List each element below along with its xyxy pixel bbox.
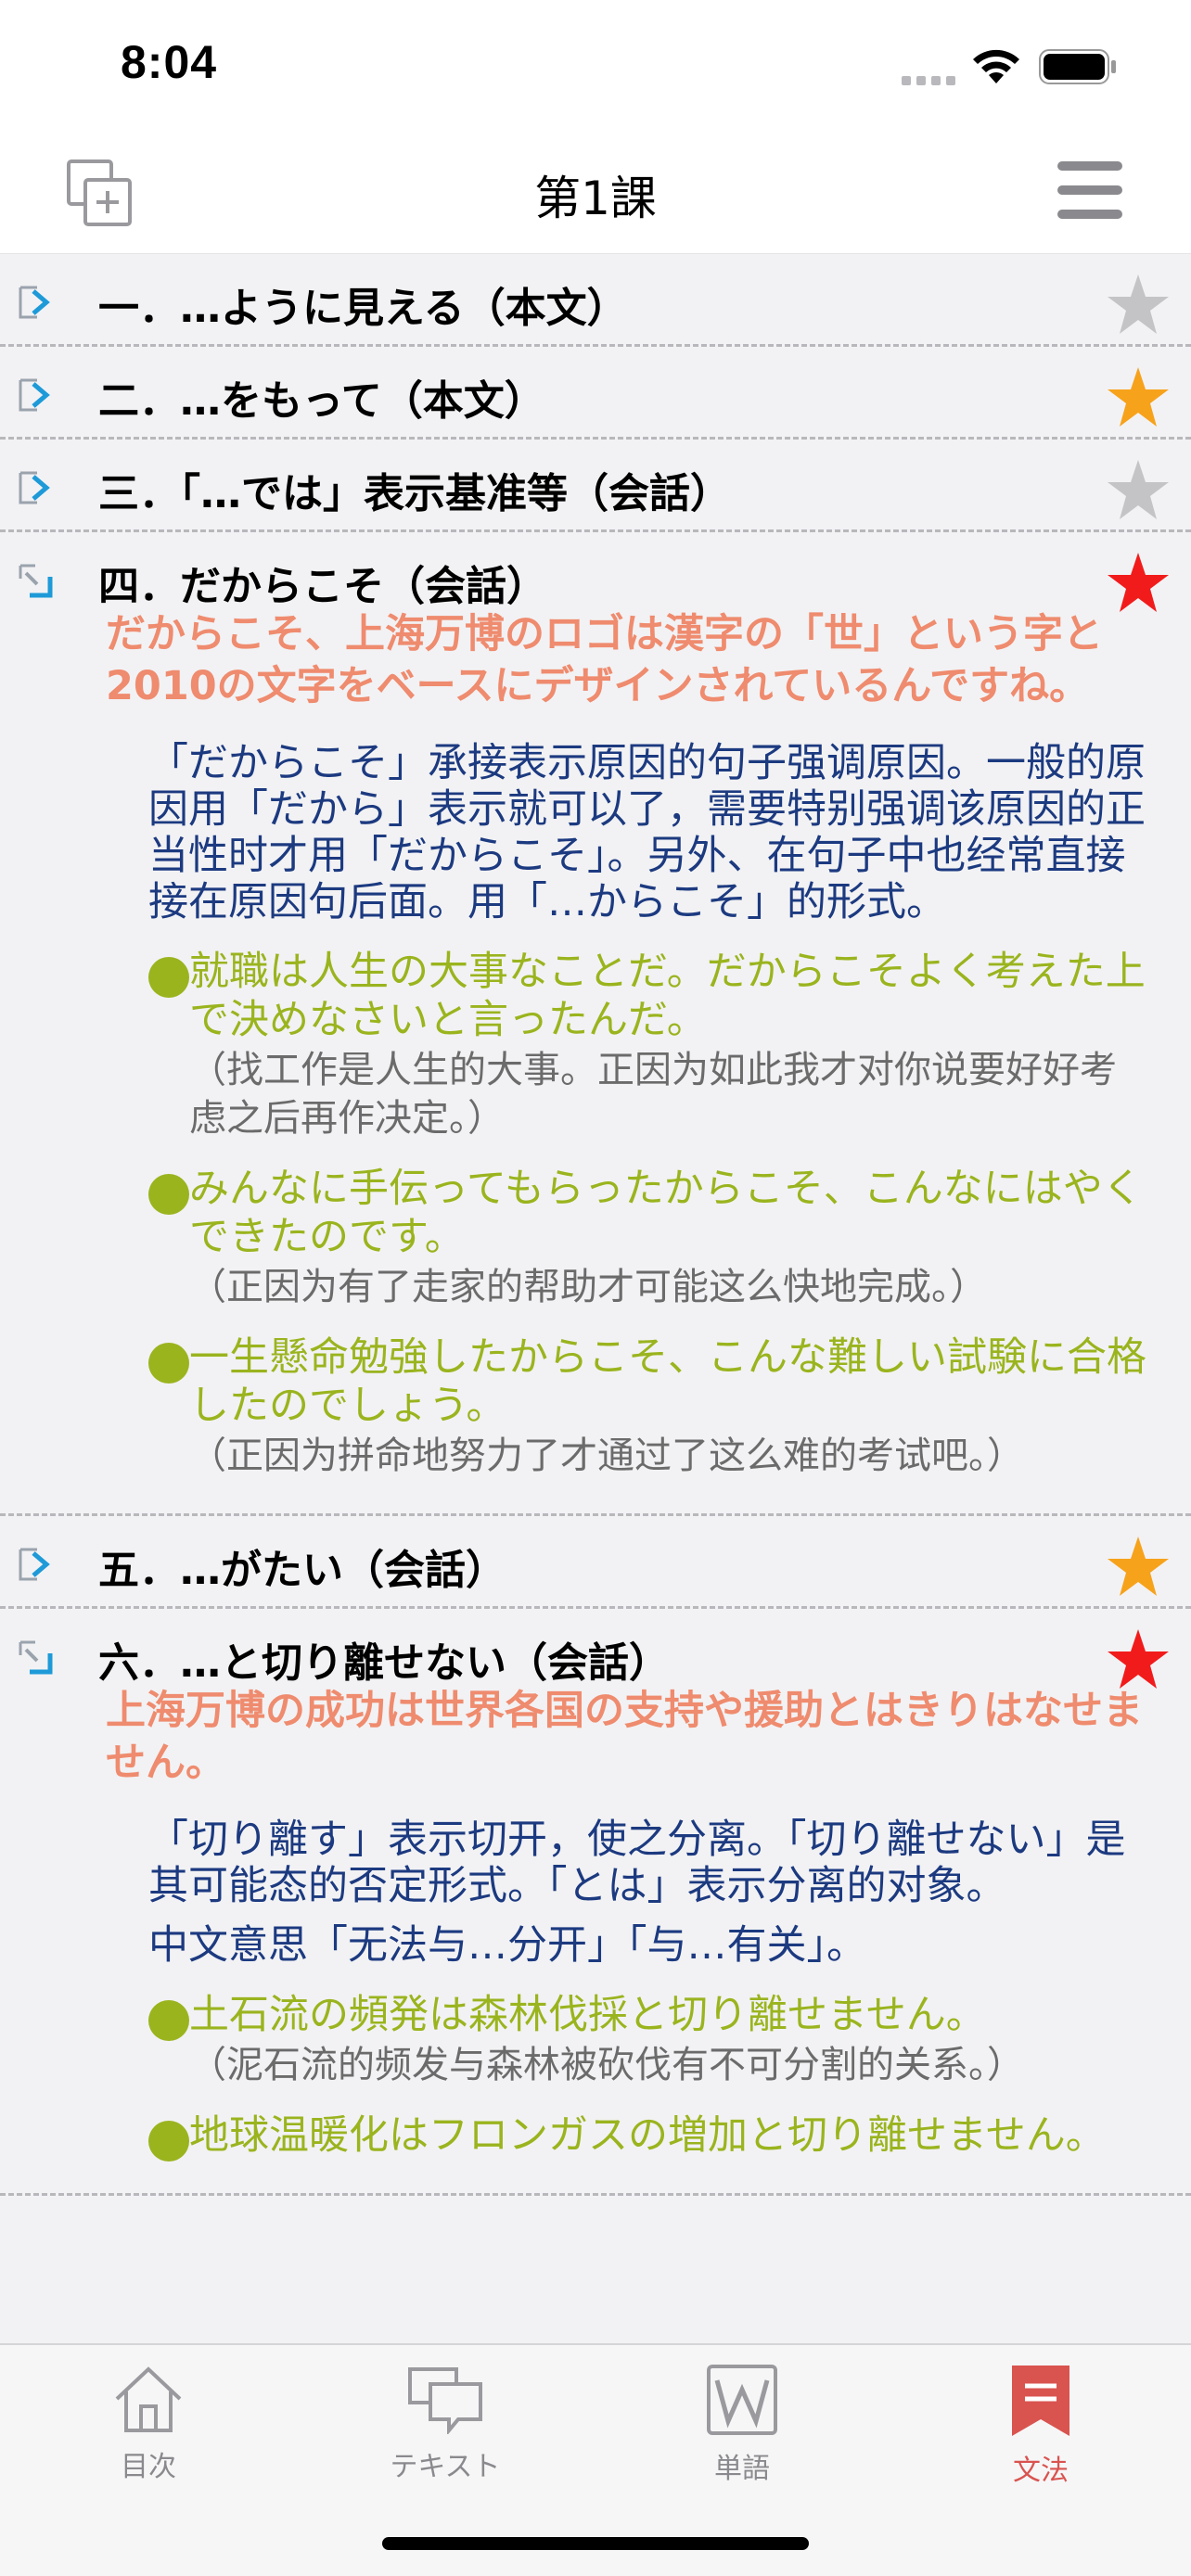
example-item: 土石流の頻発は森林伐採と切り離せません。 （泥石流的频发与森林被砍伐有不可分割的… [148,1991,1148,2089]
example-jp: 一生懸命勉強したからこそ、こんな難しい試験に合格したのでしょう。 [189,1334,1146,1429]
status-time: 8:04 [121,36,218,88]
example-jp: 就職は人生の大事なことだ。だからこそよく考えた上で決めなさいと言ったんだ。 [189,949,1146,1043]
grammar-item-header[interactable]: 五．…がたい（会話） [0,1516,1191,1609]
explanation-text: 中文意思「无法与…分开」「与…有关」。 [148,1922,866,1969]
grammar-item-title: 一．…ように見える（本文） [98,285,628,332]
example-jp: 土石流の頻発は森林伐採と切り離せません。 [189,1992,986,2038]
home-indicator[interactable] [382,2537,809,2550]
tab-grammar[interactable]: 文法 [948,2364,1133,2488]
grammar-item-header[interactable]: 二．…をもって（本文） [0,347,1191,440]
example-translation: （正因为有了走家的帮助才可能这么快地完成。） [189,1266,987,1308]
example-item: 地球温暖化はフロンガスの増加と切り離せません。 [148,2111,1148,2162]
expand-arrow-icon[interactable] [17,282,58,323]
bullet-dot-icon [148,1343,189,1384]
star-icon[interactable] [1106,1627,1171,1692]
explanation-text: 「だからこそ」承接表示原因的句子强调原因。一般的原因用「だから」表示就可以了，需… [148,740,1146,925]
grammar-item-4[interactable]: 四．だからこそ（会話） だからこそ、上海万博のロゴは漢字の「世」という字と201… [0,532,1191,1516]
page-title: 第1課 [534,172,657,225]
bullet-dot-icon [148,2121,189,2162]
tab-label: 目次 [121,2451,176,2483]
home-icon [115,2366,182,2432]
word-w-icon [707,2365,777,2435]
bullet-dot-icon [148,957,189,998]
tab-label: テキスト [390,2451,501,2483]
example-translation: （找工作是人生的大事。正因为如此我才对你说要好好考虑之后再作决定。） [189,1049,1117,1140]
wifi-icon [973,49,1019,83]
grammar-item-header[interactable]: 六．…と切り離せない（会話） [0,1609,1191,1702]
bullet-dot-icon [148,2000,189,2041]
grammar-item-2[interactable]: 二．…をもって（本文） [0,347,1191,440]
grammar-item-header[interactable]: 三．「…では」表示基准等（会話） [0,440,1191,532]
expand-arrow-icon[interactable] [17,467,58,508]
expand-arrow-icon[interactable] [17,1544,58,1585]
example-jp: 地球温暖化はフロンガスの増加と切り離せません。 [189,2112,1106,2159]
grammar-item-1[interactable]: 一．…ように見える（本文） [0,254,1191,347]
grammar-item-5[interactable]: 五．…がたい（会話） [0,1516,1191,1609]
tab-label: 文法 [1013,2455,1069,2487]
example-item: 就職は人生の大事なことだ。だからこそよく考えた上で決めなさいと言ったんだ。 （找… [148,948,1148,1142]
explanation-text: 「切り離す」表示切开，使之分离。「切り離せない」是其可能态的否定形式。「とは」表… [148,1817,1126,1909]
star-icon[interactable] [1106,1535,1171,1600]
grammar-item-body: だからこそ、上海万博のロゴは漢字の「世」という字と2010の文字をベースにデザイ… [0,608,1191,1516]
expand-arrow-icon[interactable] [17,375,58,415]
tab-text[interactable]: テキスト [352,2364,538,2484]
grammar-item-title: 二．…をもって（本文） [98,377,545,425]
example-translation: （正因为拼命地努力了才通过了这么难的考试吧。） [189,1435,1024,1477]
hamburger-menu-icon[interactable] [1057,161,1122,219]
example-jp: みんなに手伝ってもらったからこそ、こんなにはやくできたのです。 [189,1166,1143,1260]
grammar-item-6[interactable]: 六．…と切り離せない（会話） 上海万博の成功は世界各国の支持や援助とはきりはなせ… [0,1609,1191,2196]
grammar-item-title: 四．だからこそ（会話） [98,563,547,610]
grammar-item-3[interactable]: 三．「…では」表示基准等（会話） [0,440,1191,532]
grammar-item-title: 六．…と切り離せない（会話） [98,1639,670,1687]
speech-bubbles-icon [408,2367,482,2434]
tab-label: 単語 [714,2453,770,2485]
grammar-list[interactable]: 一．…ように見える（本文） 二．…をもって（本文） 三．「…では」表示基准等（会… [0,254,1191,2343]
grammar-item-body: 上海万博の成功は世界各国の支持や援助とはきりはなせません。 「切り離す」表示切开… [0,1685,1191,2196]
star-icon[interactable] [1106,551,1171,616]
battery-icon [1039,49,1116,84]
star-icon[interactable] [1106,365,1171,430]
cellular-signal-icon [902,76,955,85]
tab-contents[interactable]: 目次 [56,2364,241,2484]
bullet-dot-icon [148,1174,189,1215]
example-item: みんなに手伝ってもらったからこそ、こんなにはやくできたのです。 （正因为有了走家… [148,1165,1148,1311]
bookmark-list-icon [1012,2366,1069,2436]
grammar-item-header[interactable]: 一．…ように見える（本文） [0,254,1191,347]
example-translation: （泥石流的频发与森林被砍伐有不可分割的关系。） [189,2044,1024,2086]
tab-vocabulary[interactable]: 単語 [649,2364,835,2486]
grammar-item-title: 五．…がたい（会話） [98,1547,506,1594]
collapse-arrow-icon[interactable] [17,560,58,601]
star-icon[interactable] [1106,458,1171,523]
collapse-arrow-icon[interactable] [17,1637,58,1677]
star-icon[interactable] [1106,273,1171,338]
grammar-item-header[interactable]: 四．だからこそ（会話） [0,532,1191,625]
grammar-item-title: 三．「…では」表示基准等（会話） [98,470,731,517]
navigation-bar: 第1課 [0,139,1191,254]
example-item: 一生懸命勉強したからこそ、こんな難しい試験に合格したのでしょう。 （正因为拼命地… [148,1333,1148,1480]
status-bar: 8:04 [0,0,1191,139]
